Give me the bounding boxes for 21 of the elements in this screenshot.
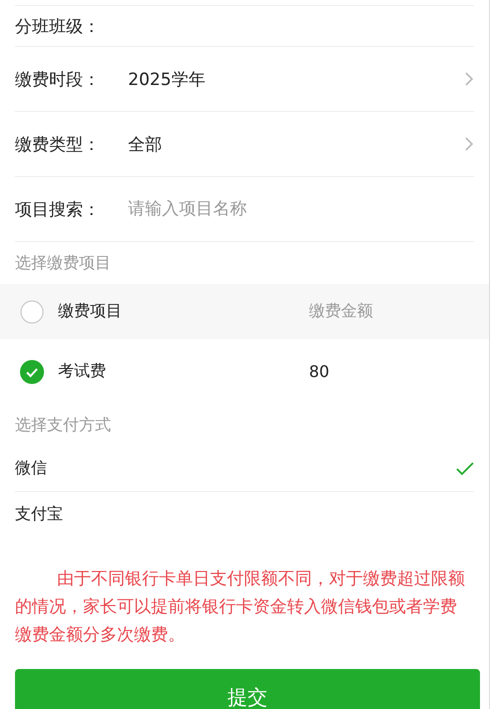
select-value[interactable]: 全部 bbox=[128, 132, 460, 156]
fee-item-name: 考试费 bbox=[58, 361, 107, 382]
search-field[interactable]: 请输入项目名称 bbox=[128, 199, 474, 219]
field-label: 项目搜索： bbox=[15, 198, 101, 220]
field-label: 缴费类型： bbox=[15, 134, 101, 156]
notice-text: 由于不同银行卡单日支付限额不同，对于缴费超过限额的情况，家长可以提前将银行卡资金转入微信钱包或者学费缴费金额分多次缴费。 bbox=[15, 568, 465, 647]
checkmark-icon bbox=[456, 462, 474, 476]
fee-amount: 80 bbox=[309, 362, 330, 381]
column-header: 缴费项目 bbox=[58, 301, 123, 322]
field-label: 分班班级： bbox=[15, 16, 101, 38]
section-title: 选择支付方式 bbox=[14, 414, 112, 436]
unchecked-circle-icon[interactable] bbox=[20, 300, 44, 324]
column-header: 缴费金额 bbox=[309, 301, 374, 322]
payment-option[interactable]: 微信 bbox=[15, 446, 474, 492]
chevron-right-icon[interactable] bbox=[464, 136, 474, 152]
chevron-right-icon[interactable] bbox=[464, 71, 474, 87]
field-label: 缴费时段： bbox=[15, 68, 101, 90]
payment-option[interactable]: 支付宝 bbox=[15, 492, 474, 537]
section-title: 选择缴费项目 bbox=[14, 252, 112, 274]
checked-circle-icon[interactable] bbox=[20, 360, 44, 384]
select-value[interactable]: 2025学年 bbox=[128, 68, 460, 90]
